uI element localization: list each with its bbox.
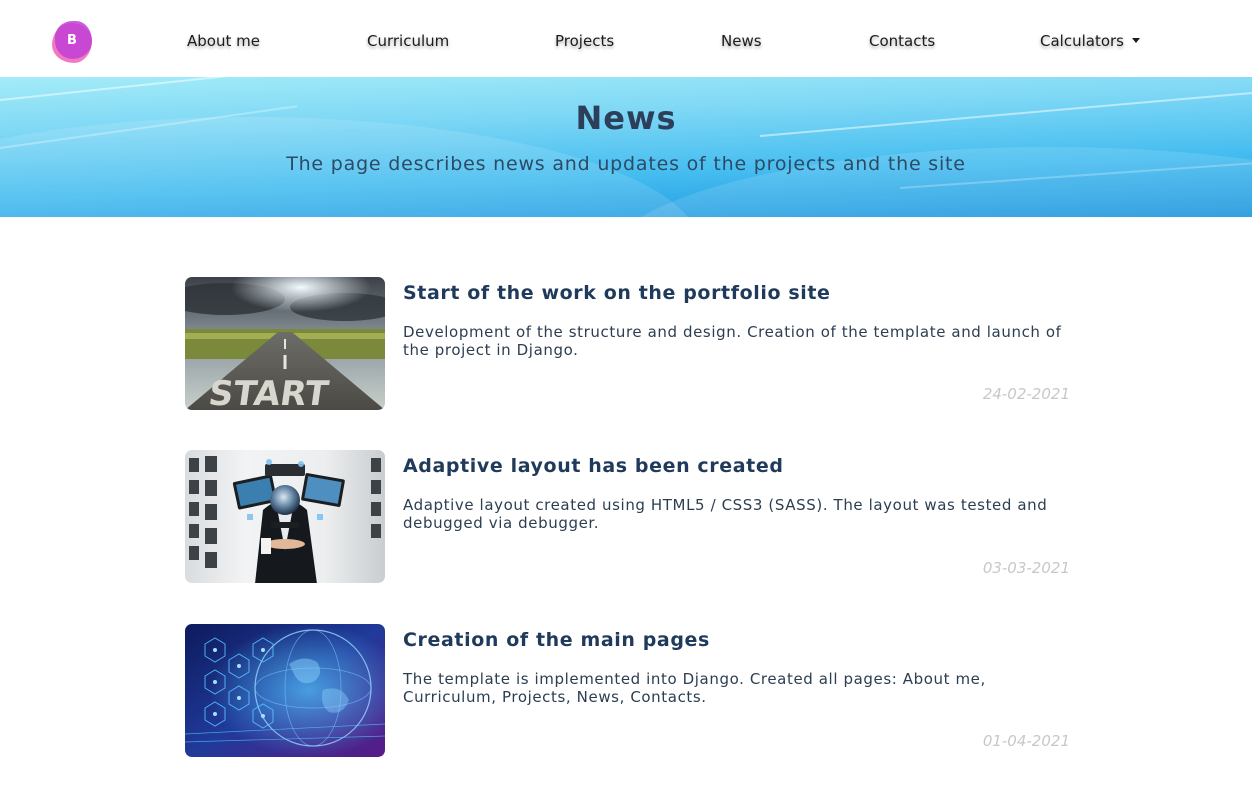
news-date: 01-04-2021 bbox=[982, 732, 1070, 750]
news-date: 24-02-2021 bbox=[982, 385, 1070, 403]
road-start-text: START bbox=[206, 374, 331, 410]
hero-light-streak bbox=[0, 77, 518, 101]
nav-link-curriculum[interactable]: Curriculum bbox=[367, 32, 449, 50]
chevron-down-icon bbox=[1132, 38, 1140, 43]
top-navbar: B About me Curriculum Projects News Cont… bbox=[0, 0, 1252, 77]
nav-link-projects[interactable]: Projects bbox=[555, 32, 614, 50]
devices-hand-image bbox=[185, 450, 385, 583]
news-title[interactable]: Start of the work on the portfolio site bbox=[403, 282, 831, 304]
news-description: Development of the structure and design.… bbox=[403, 323, 1062, 359]
nav-link-about-me[interactable]: About me bbox=[187, 32, 260, 50]
page-subtitle: The page describes news and updates of t… bbox=[286, 153, 966, 175]
news-thumbnail-globe-network[interactable] bbox=[185, 624, 385, 757]
hero-banner: News The page describes news and updates… bbox=[0, 77, 1252, 217]
nav-link-contacts[interactable]: Contacts bbox=[869, 32, 935, 50]
news-thumbnail-road-start[interactable]: START bbox=[185, 277, 385, 410]
globe-network-image bbox=[185, 624, 385, 757]
logo-letter: B bbox=[67, 33, 77, 48]
news-title[interactable]: Creation of the main pages bbox=[403, 629, 710, 651]
news-description: Adaptive layout created using HTML5 / CS… bbox=[403, 496, 1048, 532]
nav-link-news[interactable]: News bbox=[721, 32, 762, 50]
page-title: News bbox=[575, 99, 677, 137]
news-date: 03-03-2021 bbox=[982, 559, 1070, 577]
nav-dropdown-calculators[interactable]: Calculators bbox=[1040, 32, 1140, 50]
road-start-image: START bbox=[185, 277, 385, 410]
news-item: Creation of the main pages The template … bbox=[185, 624, 1070, 758]
news-thumbnail-devices[interactable] bbox=[185, 450, 385, 583]
news-title[interactable]: Adaptive layout has been created bbox=[403, 455, 784, 477]
news-item: START Start of the work on the portfolio… bbox=[185, 277, 1070, 411]
news-description: The template is implemented into Django.… bbox=[403, 670, 986, 706]
news-item: Adaptive layout has been created Adaptiv… bbox=[185, 450, 1070, 584]
site-logo[interactable]: B bbox=[52, 21, 94, 63]
nav-dropdown-calculators-label: Calculators bbox=[1040, 32, 1124, 50]
